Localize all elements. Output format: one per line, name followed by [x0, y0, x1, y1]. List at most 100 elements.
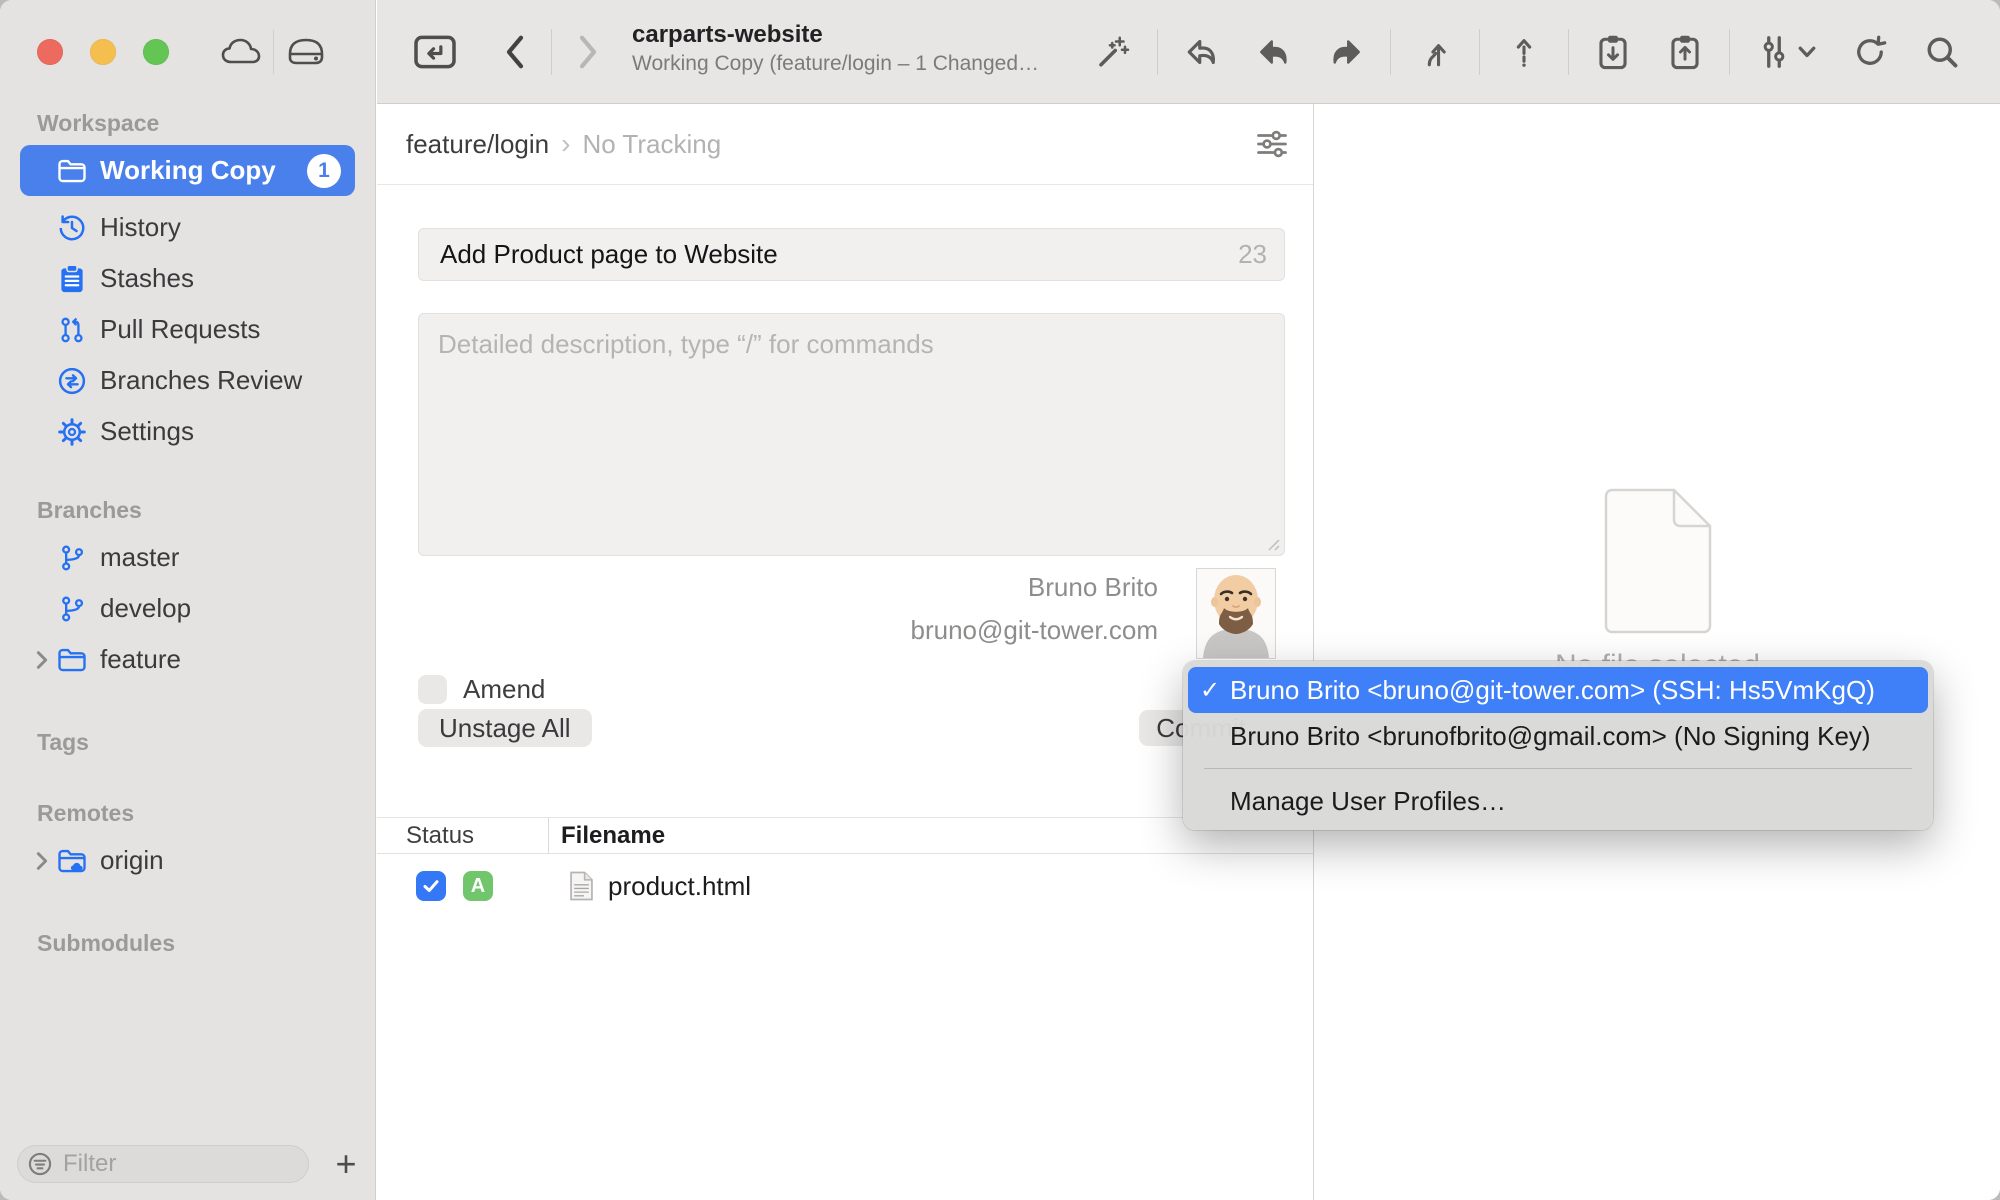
sidebar-item-working-copy[interactable]: Working Copy 1: [20, 145, 355, 196]
sidebar-item-label: Branches Review: [100, 365, 302, 396]
staged-checkbox[interactable]: [416, 871, 446, 901]
sidebar-item-remote-origin[interactable]: origin: [20, 835, 355, 886]
pull-clipboard-icon[interactable]: [1577, 20, 1649, 84]
stash-clipboard-icon: [56, 263, 88, 295]
sidebar-item-pull-requests[interactable]: Pull Requests: [20, 304, 355, 355]
disclosure-chevron-icon[interactable]: [34, 850, 54, 872]
app-window: Workspace Working Copy 1 History Stashes: [0, 0, 2000, 1200]
sidebar-item-label: Working Copy: [100, 155, 276, 186]
current-branch-label[interactable]: feature/login: [406, 129, 549, 160]
author-email[interactable]: bruno@git-tower.com: [911, 615, 1159, 646]
user-profile-menu: ✓ Bruno Brito <bruno@git-tower.com> (SSH…: [1183, 661, 1933, 830]
file-table-header: Status Filename: [377, 817, 1313, 854]
push-clipboard-icon[interactable]: [1649, 20, 1721, 84]
breadcrumb-separator: ›: [561, 128, 570, 160]
git-branch-icon: [56, 593, 88, 625]
breadcrumb[interactable]: feature/login › No Tracking: [406, 128, 721, 160]
menu-item-label: Bruno Brito <bruno@git-tower.com> (SSH: …: [1230, 675, 1875, 706]
section-branches: Branches: [37, 497, 375, 524]
file-name[interactable]: product.html: [608, 871, 751, 902]
menu-item-label: Bruno Brito <brunofbrito@gmail.com> (No …: [1230, 721, 1871, 752]
unstage-all-button[interactable]: Unstage All: [418, 709, 592, 747]
chevron-down-icon: [1798, 45, 1816, 59]
list-filter-sliders-icon[interactable]: [1255, 128, 1289, 160]
filter-input[interactable]: [61, 1149, 265, 1179]
sidebar-item-branches-review[interactable]: Branches Review: [20, 355, 355, 406]
sidebar: Workspace Working Copy 1 History Stashes: [0, 0, 376, 1200]
working-copy-pane: feature/login › No Tracking 23 Amend Sig…: [377, 104, 1314, 1200]
amend-checkbox[interactable]: [418, 675, 447, 704]
traffic-lights: [37, 39, 169, 65]
minimize-window-button[interactable]: [90, 39, 116, 65]
rebase-icon[interactable]: [1488, 20, 1560, 84]
zoom-window-button[interactable]: [143, 39, 169, 65]
remote-folder-cloud-icon: [56, 845, 88, 877]
sidebar-item-label: Stashes: [100, 263, 194, 294]
sidebar-item-label: Settings: [100, 416, 194, 447]
discard-arrow-icon[interactable]: [1166, 20, 1238, 84]
sidebar-item-label: feature: [100, 644, 181, 675]
column-divider[interactable]: [548, 818, 549, 853]
sidebar-filter: [17, 1145, 309, 1183]
filter-icon: [27, 1151, 53, 1177]
open-repository-icon[interactable]: [407, 22, 463, 82]
section-workspace: Workspace: [37, 110, 375, 137]
add-button[interactable]: +: [326, 1144, 366, 1184]
folder-icon: [56, 155, 88, 187]
sidebar-item-label: origin: [100, 845, 164, 876]
sidebar-item-history[interactable]: History: [20, 202, 355, 253]
git-branch-icon: [56, 542, 88, 574]
menu-item-manage-profiles[interactable]: Manage User Profiles…: [1188, 778, 1928, 824]
commit-subject-input[interactable]: [438, 238, 1238, 271]
folder-icon: [56, 644, 88, 676]
subject-char-count: 23: [1238, 239, 1267, 270]
close-window-button[interactable]: [37, 39, 63, 65]
sidebar-item-stashes[interactable]: Stashes: [20, 253, 355, 304]
quick-actions-wand-icon[interactable]: [1077, 20, 1149, 84]
menu-item-label: Manage User Profiles…: [1230, 786, 1506, 817]
local-disk-icon[interactable]: [280, 28, 332, 76]
tracking-status-label[interactable]: No Tracking: [582, 129, 721, 160]
disclosure-chevron-icon[interactable]: [34, 649, 54, 671]
menu-item-profile-1[interactable]: ✓ Bruno Brito <bruno@git-tower.com> (SSH…: [1188, 667, 1928, 713]
stash-apply-arrow-icon[interactable]: [1310, 20, 1382, 84]
gear-icon: [56, 416, 88, 448]
column-status[interactable]: Status: [406, 822, 474, 850]
commit-description-textarea[interactable]: [418, 313, 1285, 556]
search-icon[interactable]: [1906, 20, 1978, 84]
back-button[interactable]: [487, 22, 543, 82]
branches-review-icon: [56, 365, 88, 397]
pull-request-icon: [56, 314, 88, 346]
sidebar-item-branch-master[interactable]: master: [20, 532, 355, 583]
checkmark-icon: ✓: [1200, 676, 1230, 705]
author-avatar[interactable]: [1197, 569, 1275, 658]
branch-breadcrumb-bar: feature/login › No Tracking: [377, 104, 1313, 185]
menu-separator: [1204, 768, 1912, 769]
sidebar-item-label: master: [100, 542, 179, 573]
cloud-services-icon[interactable]: [215, 28, 267, 76]
table-row[interactable]: A product.html: [377, 853, 1313, 919]
section-submodules: Submodules: [37, 930, 375, 957]
sidebar-item-branch-develop[interactable]: develop: [20, 583, 355, 634]
section-tags: Tags: [37, 729, 375, 756]
forward-button[interactable]: [560, 22, 616, 82]
sidebar-item-settings[interactable]: Settings: [20, 406, 355, 457]
commit-subject-field: 23: [418, 228, 1285, 281]
sidebar-item-branch-folder-feature[interactable]: feature: [20, 634, 355, 685]
status-added-badge: A: [463, 871, 493, 901]
refresh-icon[interactable]: [1834, 20, 1906, 84]
detail-panel: No file selected: [1315, 104, 2000, 1200]
sidebar-item-label: Pull Requests: [100, 314, 260, 345]
column-filename[interactable]: Filename: [561, 822, 665, 850]
stash-save-arrow-icon[interactable]: [1238, 20, 1310, 84]
window-subtitle: Working Copy (feature/login – 1 Changed…: [632, 50, 1039, 78]
sidebar-item-label: History: [100, 212, 181, 243]
toolbar: carparts-website Working Copy (feature/l…: [377, 0, 2000, 104]
menu-item-profile-2[interactable]: Bruno Brito <brunofbrito@gmail.com> (No …: [1188, 713, 1928, 759]
merge-icon[interactable]: [1399, 20, 1471, 84]
history-clock-icon: [56, 212, 88, 244]
author-name[interactable]: Bruno Brito: [1028, 572, 1158, 603]
sidebar-item-label: develop: [100, 593, 191, 624]
amend-option-row: Amend: [418, 674, 545, 705]
view-options-sliders-icon[interactable]: [1738, 20, 1834, 84]
